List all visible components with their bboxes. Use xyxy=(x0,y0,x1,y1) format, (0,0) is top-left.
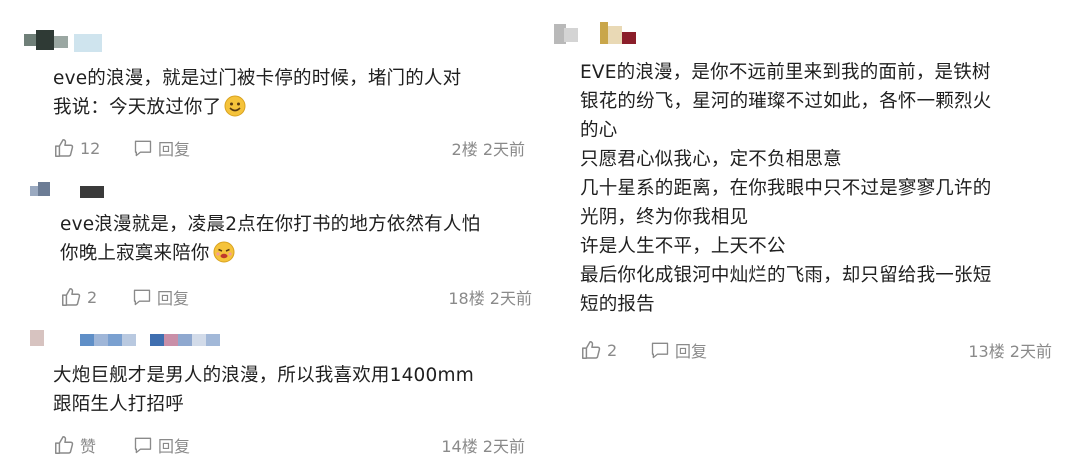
reply-label: 回复 xyxy=(158,140,191,159)
comment-2: eve浪漫就是，凌晨2点在你打书的地方依然有人怕 你晚上寂寞来陪你 2 回复 1… xyxy=(0,170,540,320)
comment-line: EVE的浪漫，是你不远前里来到我的面前，是铁树 xyxy=(580,62,991,83)
comment-line: 大炮巨舰才是男人的浪漫，所以我喜欢用1400mm xyxy=(53,365,474,386)
comment-footer: 2 回复 18楼 2天前 xyxy=(60,285,532,309)
floor-time: 14楼 2天前 xyxy=(441,437,525,456)
like-count: 2 xyxy=(607,340,618,360)
reply-button[interactable]: 回复 xyxy=(132,285,189,309)
thumbs-up-icon xyxy=(55,436,74,454)
comment-line: 光阴，终为你我相见 xyxy=(580,207,749,228)
comment-line: 跟陌生人打招呼 xyxy=(53,394,184,415)
reply-label: 回复 xyxy=(157,289,190,308)
comment-4: EVE的浪漫，是你不远前里来到我的面前，是铁树 银花的纷飞，星河的璀璨不过如此，… xyxy=(540,0,1080,472)
comment-text: EVE的浪漫，是你不远前里来到我的面前，是铁树 银花的纷飞，星河的璀璨不过如此，… xyxy=(580,58,991,319)
thumbs-up-icon xyxy=(55,139,74,157)
avatar-blurred[interactable] xyxy=(24,30,104,56)
floor-time: 13楼 2天前 xyxy=(968,342,1052,361)
smile-emoji-icon xyxy=(224,95,246,126)
comment-footer: 赞 回复 14楼 2天前 xyxy=(53,433,525,457)
comment-icon xyxy=(134,437,152,454)
comment-line: eve的浪漫，就是过门被卡停的时候，堵门的人对 xyxy=(53,68,462,89)
like-button[interactable]: 2 xyxy=(60,285,97,309)
comment-line: 短的报告 xyxy=(580,294,655,315)
thumbs-up-icon xyxy=(582,341,601,359)
face-emoji-icon xyxy=(213,241,235,272)
like-button[interactable]: 赞 xyxy=(53,433,96,457)
comment-line: 许是人生不平，上天不公 xyxy=(580,236,786,257)
like-label: 赞 xyxy=(80,437,97,456)
comment-text: eve浪漫就是，凌晨2点在你打书的地方依然有人怕 你晚上寂寞来陪你 xyxy=(60,210,480,272)
floor-time: 2楼 2天前 xyxy=(451,140,525,159)
comment-icon xyxy=(651,342,669,359)
comment-text: 大炮巨舰才是男人的浪漫，所以我喜欢用1400mm 跟陌生人打招呼 xyxy=(53,361,474,419)
comment-line: 最后你化成银河中灿烂的飞雨，却只留给我一张短 xyxy=(580,265,992,286)
reply-label: 回复 xyxy=(675,342,708,361)
comment-line: 的心 xyxy=(580,120,618,141)
like-button[interactable]: 2 xyxy=(580,338,617,362)
avatar-blurred[interactable] xyxy=(554,22,644,48)
avatar-blurred[interactable] xyxy=(30,330,230,352)
floor-time: 18楼 2天前 xyxy=(448,289,532,308)
comment-1: eve的浪漫，就是过门被卡停的时候，堵门的人对 我说：今天放过你了 12 回复 … xyxy=(0,0,540,170)
reply-button[interactable]: 回复 xyxy=(133,136,190,160)
avatar-blurred[interactable] xyxy=(30,182,110,202)
reply-button[interactable]: 回复 xyxy=(650,338,707,362)
comment-icon xyxy=(133,289,151,306)
comment-line: 银花的纷飞，星河的璀璨不过如此，各怀一颗烈火 xyxy=(580,91,992,112)
comment-text: eve的浪漫，就是过门被卡停的时候，堵门的人对 我说：今天放过你了 xyxy=(53,64,461,126)
comment-footer: 2 回复 13楼 2天前 xyxy=(580,338,1052,362)
like-count: 2 xyxy=(87,287,98,307)
comment-icon xyxy=(134,140,152,157)
comment-line: 你晚上寂寞来陪你 xyxy=(60,243,210,264)
like-button[interactable]: 12 xyxy=(53,136,100,160)
comment-line: 我说：今天放过你了 xyxy=(53,97,222,118)
reply-label: 回复 xyxy=(158,437,191,456)
comment-line: eve浪漫就是，凌晨2点在你打书的地方依然有人怕 xyxy=(60,214,481,235)
like-count: 12 xyxy=(80,138,101,158)
thumbs-up-icon xyxy=(62,288,81,306)
comment-footer: 12 回复 2楼 2天前 xyxy=(53,136,525,160)
reply-button[interactable]: 回复 xyxy=(133,433,190,457)
comment-3: 大炮巨舰才是男人的浪漫，所以我喜欢用1400mm 跟陌生人打招呼 赞 回复 14… xyxy=(0,320,540,472)
comment-line: 几十星系的距离，在你我眼中只不过是寥寥几许的 xyxy=(580,178,992,199)
comment-line: 只愿君心似我心，定不负相思意 xyxy=(580,149,842,170)
